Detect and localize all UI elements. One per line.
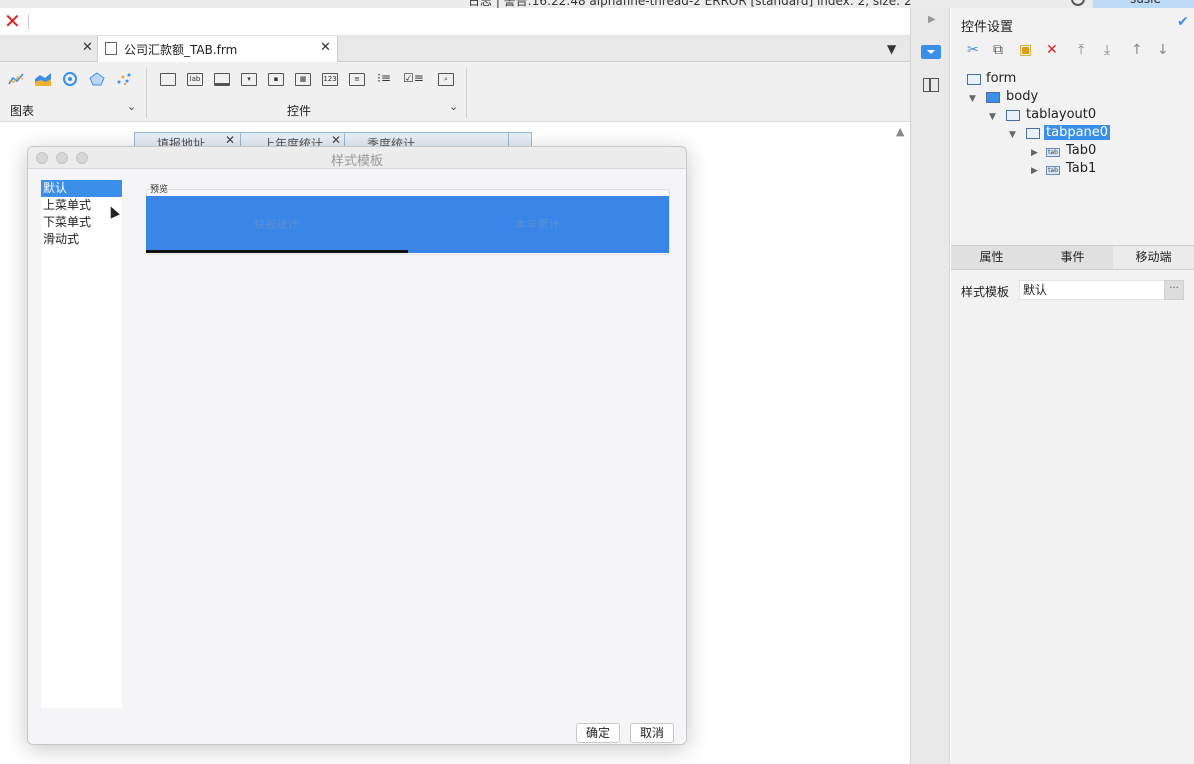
style-template-field[interactable]: 默认 <box>1019 280 1165 300</box>
search-icon[interactable] <box>1071 0 1085 6</box>
tabpane-node-icon <box>1026 128 1040 139</box>
status-strip: 日志 | 警告:16:22:48 alphafine-thread-2 ERRO… <box>0 0 1194 8</box>
close-tab-icon[interactable]: ✕ <box>82 40 93 55</box>
style-option-default[interactable]: 默认 <box>41 180 122 197</box>
side-toolbar: ▶ <box>910 8 950 764</box>
calendar-widget-icon[interactable]: ▦ <box>295 73 311 86</box>
doc-tab-title: 公司汇款额_TAB.frm <box>124 43 238 57</box>
tree-node-tablayout0[interactable]: tablayout0 <box>1026 107 1096 122</box>
expand-triangle-icon[interactable]: ▼ <box>969 94 976 104</box>
label-widget-icon[interactable]: lab <box>187 73 203 86</box>
panel-title: 控件设置 <box>961 20 1014 35</box>
close-tab-icon[interactable]: ✕ <box>331 133 341 147</box>
user-name: susie <box>1130 0 1161 6</box>
tree-node-form[interactable]: form <box>986 71 1016 86</box>
expand-triangle-icon[interactable]: ▼ <box>989 112 996 122</box>
style-template-dialog: 样式模板 默认 上菜单式 下菜单式 滑动式 预览 快报统计 本年累计 确定 取消 <box>27 146 687 745</box>
tablayout-node-icon <box>1006 110 1020 121</box>
area-chart-icon[interactable] <box>35 72 51 86</box>
delete-icon[interactable]: ✕ <box>1046 42 1058 58</box>
doc-tab-active[interactable]: 公司汇款额_TAB.frm ✕ <box>98 36 338 62</box>
copy-icon[interactable]: ⧉ <box>993 42 1003 58</box>
preview-tab-bar: 快报统计 本年累计 <box>146 196 669 253</box>
close-row: ✕ <box>0 8 910 36</box>
tree-node-tab1[interactable]: Tab1 <box>1066 161 1096 176</box>
tab-mobile[interactable]: 移动端 <box>1113 246 1194 269</box>
divider <box>28 14 29 30</box>
document-tabs: ✕ 公司汇款额_TAB.frm ✕ ▼ <box>0 36 910 62</box>
dialog-titlebar[interactable]: 样式模板 <box>28 147 686 169</box>
property-tabs: 属性 事件 移动端 <box>951 245 1194 270</box>
component-toolbar: 图表 ⌄ lab ▾ ▪ ▦ 123 ≡ ⁝≡ ☑≡ ⌕ 控件 ⌄ <box>0 62 910 122</box>
preview-tab-1: 本年累计 <box>515 218 560 231</box>
widget-settings-icon[interactable] <box>921 45 941 59</box>
active-tab-indicator <box>146 250 408 253</box>
style-list: 默认 上菜单式 下菜单式 滑动式 <box>41 180 122 708</box>
radar-chart-icon[interactable] <box>89 72 105 86</box>
chevron-down-icon[interactable]: ⌄ <box>127 100 136 113</box>
preview-label: 预览 <box>150 185 169 195</box>
style-template-label: 样式模板 <box>961 285 1010 299</box>
expand-triangle-icon[interactable]: ▶ <box>1031 166 1038 176</box>
log-text: 日志 | 警告:16:22:48 alphafine-thread-2 ERRO… <box>468 0 912 8</box>
search-form-icon[interactable]: ⌕ <box>438 73 454 86</box>
number-widget-icon[interactable]: 123 <box>322 73 338 86</box>
cancel-button[interactable]: 取消 <box>630 723 674 743</box>
expand-triangle-icon[interactable]: ▶ <box>1031 148 1038 158</box>
form-node-icon <box>967 74 981 85</box>
tree-node-tabpane0[interactable]: tabpane0 <box>1044 125 1111 140</box>
widget-settings-panel: 控件设置 ✔ ✂ ⧉ ▣ ✕ ⤒ ⤓ ↑ ↓ form ▼ body ▼ tab… <box>951 8 1194 764</box>
line-chart-icon[interactable] <box>8 72 24 86</box>
dashboard-chart-icon[interactable] <box>62 72 78 86</box>
group-chart-label: 图表 <box>10 104 35 118</box>
toolbar-divider <box>146 68 147 118</box>
radio-group-icon[interactable]: ⁝≡ <box>376 72 392 86</box>
paste-icon[interactable]: ▣ <box>1019 42 1032 58</box>
tab-node-icon: tab <box>1046 166 1060 175</box>
move-top-icon[interactable]: ⤒ <box>1078 42 1084 58</box>
button-widget-icon[interactable] <box>214 73 230 86</box>
tab-list-dropdown-icon[interactable]: ▼ <box>887 42 896 56</box>
tab-events[interactable]: 事件 <box>1032 246 1113 269</box>
tree-node-tab0[interactable]: Tab0 <box>1066 143 1096 158</box>
form-file-icon <box>105 42 117 55</box>
move-down-icon[interactable]: ↓ <box>1157 42 1169 58</box>
doc-tab-previous[interactable]: ✕ <box>0 36 98 62</box>
tab-node-icon: tab <box>1046 148 1060 157</box>
expand-arrow-icon[interactable]: ▶ <box>928 14 936 25</box>
style-option-slide[interactable]: 滑动式 <box>41 231 122 248</box>
checkbox-group-icon[interactable]: ☑≡ <box>403 72 424 86</box>
date-widget-icon[interactable]: ▪ <box>268 73 284 86</box>
pin-icon[interactable]: ✔ <box>1177 14 1189 30</box>
dialog-title: 样式模板 <box>330 154 383 169</box>
move-bottom-icon[interactable]: ⤓ <box>1104 42 1110 58</box>
tree-node-body[interactable]: body <box>1006 89 1038 104</box>
close-tab-icon[interactable]: ✕ <box>320 40 331 55</box>
cut-icon[interactable]: ✂ <box>967 42 979 58</box>
expand-triangle-icon[interactable]: ▼ <box>1009 130 1016 140</box>
textbox-widget-icon[interactable] <box>160 73 176 86</box>
textarea-widget-icon[interactable]: ≡ <box>349 73 365 86</box>
ok-button[interactable]: 确定 <box>576 723 620 743</box>
body-node-icon <box>986 92 1000 103</box>
tab-attributes[interactable]: 属性 <box>951 246 1032 269</box>
toolbar-divider <box>466 68 467 118</box>
move-up-icon[interactable]: ↑ <box>1131 42 1143 58</box>
preview-tab-0: 快报统计 <box>254 218 299 231</box>
close-icon[interactable]: ✕ <box>4 10 21 32</box>
close-tab-icon[interactable]: ✕ <box>225 133 235 147</box>
combobox-widget-icon[interactable]: ▾ <box>241 73 257 86</box>
group-controls-label: 控件 <box>287 104 312 118</box>
scatter-chart-icon[interactable] <box>116 72 132 86</box>
layout-icon[interactable] <box>923 78 939 92</box>
chevron-down-icon[interactable]: ⌄ <box>449 100 458 113</box>
more-options-button[interactable]: ··· <box>1164 280 1184 300</box>
scroll-up-icon[interactable]: ▲ <box>896 125 904 138</box>
